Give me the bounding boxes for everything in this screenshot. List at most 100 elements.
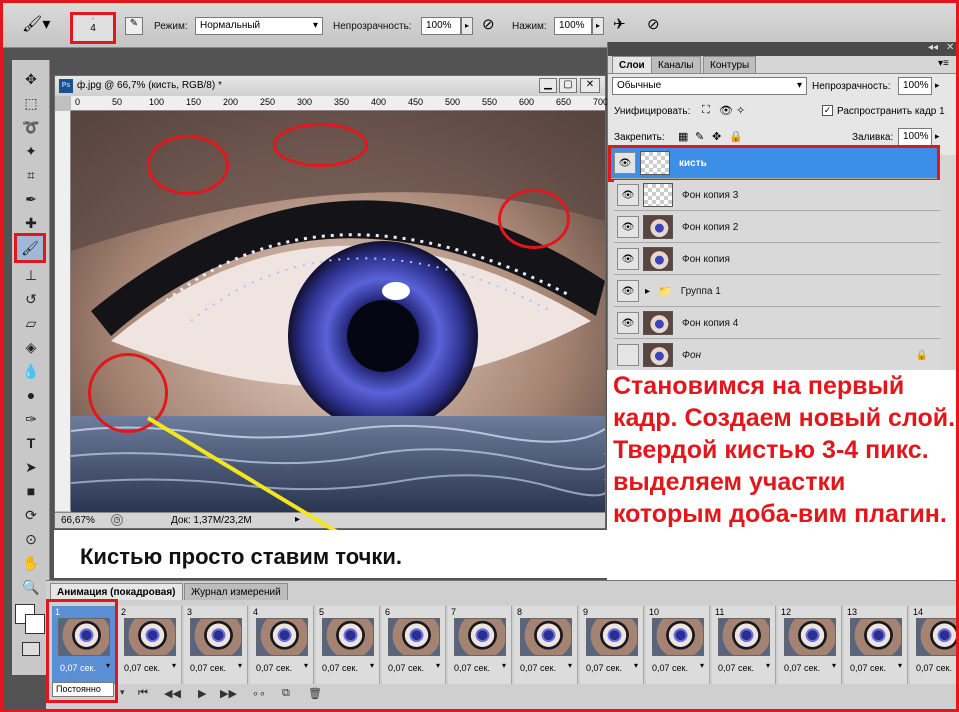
frame-delay[interactable]: 0,07 сек. (784, 663, 820, 673)
tab-layers[interactable]: Слои (612, 56, 652, 73)
3d-rotate-tool-icon[interactable]: ⟳ (19, 504, 43, 526)
eye-icon[interactable]: 👁 (617, 216, 639, 238)
tween-icon[interactable]: ∘∘ (252, 687, 266, 700)
tablet-pressure-opacity-icon[interactable]: ⊘ (482, 15, 504, 37)
close-button[interactable]: ✕ (580, 78, 600, 93)
blur-tool-icon[interactable]: 💧 (19, 360, 43, 382)
animation-frame[interactable]: 2 0,07 сек. ▾ (118, 606, 182, 684)
brush-panel-icon[interactable]: ✎ (125, 17, 143, 35)
delay-chevron-down-icon[interactable]: ▾ (700, 661, 704, 670)
previous-frame-icon[interactable]: ◀◀ (164, 687, 181, 700)
eye-icon[interactable]: 👁 (617, 184, 639, 206)
fill-input[interactable]: 100% (898, 128, 932, 146)
brush-tool-icon[interactable]: 🖌 (14, 233, 46, 263)
delay-chevron-down-icon[interactable]: ▾ (502, 661, 506, 670)
lock-pixels-icon[interactable]: ✎ (695, 130, 704, 143)
frame-delay[interactable]: 0,07 сек. (916, 663, 952, 673)
status-menu-arrow-icon[interactable]: ▸ (295, 514, 300, 525)
delay-chevron-down-icon[interactable]: ▾ (766, 661, 770, 670)
layer-row[interactable]: 👁 Фон копия 3 (614, 180, 940, 211)
delay-chevron-down-icon[interactable]: ▾ (238, 661, 242, 670)
frame-delay[interactable]: 0,07 сек. (322, 663, 358, 673)
quick-selection-tool-icon[interactable]: ✦ (19, 140, 43, 162)
duplicate-frame-icon[interactable]: ⧉ (282, 687, 290, 700)
tab-channels[interactable]: Каналы (651, 56, 701, 73)
delay-chevron-down-icon[interactable]: ▾ (106, 661, 110, 670)
zoom-tool-icon[interactable]: 🔍 (19, 576, 43, 598)
animation-frame[interactable]: 4 0,07 сек. ▾ (250, 606, 314, 684)
loop-select[interactable]: Постоянно (52, 682, 114, 697)
layer-opacity-input[interactable]: 100% (898, 77, 932, 95)
lock-all-icon[interactable]: 🔒 (729, 130, 743, 143)
flow-slider-arrow-icon[interactable]: ▸ (592, 17, 604, 35)
brush-size-picker[interactable]: · 4 (70, 12, 116, 44)
clone-stamp-tool-icon[interactable]: ⊥ (19, 264, 43, 286)
play-icon[interactable]: ▶ (198, 687, 206, 700)
animation-frame[interactable]: 1 0,07 сек. ▾ (52, 606, 116, 684)
layer-row[interactable]: 👁 Фон копия 4 (614, 308, 940, 339)
eyedropper-tool-icon[interactable]: ✒ (19, 188, 43, 210)
frame-delay[interactable]: 0,07 сек. (718, 663, 754, 673)
lock-position-icon[interactable]: ✥ (712, 130, 721, 143)
tab-paths[interactable]: Контуры (703, 56, 757, 73)
eye-icon[interactable]: 👁 (614, 152, 636, 174)
delay-chevron-down-icon[interactable]: ▾ (370, 661, 374, 670)
frame-delay[interactable]: 0,07 сек. (586, 663, 622, 673)
frame-delay[interactable]: 0,07 сек. (388, 663, 424, 673)
layer-row[interactable]: 👁 ▸ 📁 Группа 1 (614, 276, 940, 307)
healing-brush-tool-icon[interactable]: ✚ (19, 212, 43, 234)
panel-menu-icon[interactable]: ▾≡ (938, 58, 949, 69)
animation-frame[interactable]: 7 0,07 сек. ▾ (448, 606, 512, 684)
pen-tool-icon[interactable]: ✑ (19, 408, 43, 430)
lasso-tool-icon[interactable]: ➰ (19, 116, 43, 138)
delay-chevron-down-icon[interactable]: ▾ (832, 661, 836, 670)
animation-frame[interactable]: 5 0,07 сек. ▾ (316, 606, 380, 684)
layer-row[interactable]: 👁 кисть (608, 145, 940, 182)
dodge-tool-icon[interactable]: ● (19, 384, 43, 406)
eraser-tool-icon[interactable]: ▱ (19, 312, 43, 334)
type-tool-icon[interactable]: T (19, 432, 43, 454)
blend-mode-select[interactable]: Обычные ▾ (612, 77, 807, 95)
flow-input[interactable]: 100% (554, 17, 592, 35)
crop-tool-icon[interactable]: ⌗ (19, 164, 43, 186)
airbrush-icon[interactable]: ✈ (613, 15, 635, 37)
animation-frame[interactable]: 8 0,07 сек. ▾ (514, 606, 578, 684)
animation-frame[interactable]: 11 0,07 сек. ▾ (712, 606, 776, 684)
layer-row[interactable]: Фон 🔒 (614, 340, 940, 371)
delay-chevron-down-icon[interactable]: ▾ (898, 661, 902, 670)
opacity-input[interactable]: 100% (421, 17, 461, 35)
opacity-slider-arrow-icon[interactable]: ▸ (935, 80, 940, 91)
frame-delay[interactable]: 0,07 сек. (520, 663, 556, 673)
visibility-toggle[interactable] (617, 344, 639, 366)
delay-chevron-down-icon[interactable]: ▾ (568, 661, 572, 670)
status-info-icon[interactable]: ◷ (111, 514, 123, 526)
path-selection-tool-icon[interactable]: ➤ (19, 456, 43, 478)
3d-orbit-tool-icon[interactable]: ⊙ (19, 528, 43, 550)
quick-mask-icon[interactable] (22, 642, 40, 656)
animation-frame[interactable]: 3 0,07 сек. ▾ (184, 606, 248, 684)
delay-chevron-down-icon[interactable]: ▾ (436, 661, 440, 670)
frame-delay[interactable]: 0,07 сек. (124, 663, 160, 673)
delay-chevron-down-icon[interactable]: ▾ (304, 661, 308, 670)
animation-frame[interactable]: 13 0,07 сек. ▾ (844, 606, 908, 684)
frame-delay[interactable]: 0,07 сек. (652, 663, 688, 673)
frame-delay[interactable]: 0,07 сек. (454, 663, 490, 673)
delay-chevron-down-icon[interactable]: ▾ (172, 661, 176, 670)
image-canvas[interactable] (71, 111, 605, 512)
document-tab[interactable]: Ps ф.jpg @ 66,7% (кисть, RGB/8) * ▁ ▢ ✕ (55, 76, 605, 96)
maximize-button[interactable]: ▢ (559, 78, 577, 93)
collapse-icon[interactable]: ◂◂ (928, 42, 938, 53)
brush-tool-preset-icon[interactable]: 🖌▾ (22, 14, 52, 36)
unify-position-icon[interactable]: ⛶ (702, 104, 710, 117)
propagate-checkbox[interactable]: ✓ (822, 105, 833, 116)
delay-chevron-down-icon[interactable]: ▾ (634, 661, 638, 670)
hand-tool-icon[interactable]: ✋ (19, 552, 43, 574)
background-color-swatch[interactable] (25, 614, 45, 634)
lock-transparent-icon[interactable]: ▦ (678, 130, 688, 143)
frame-delay[interactable]: 0,07 сек. (256, 663, 292, 673)
rectangle-tool-icon[interactable]: ■ (19, 480, 43, 502)
next-frame-icon[interactable]: ▶▶ (220, 687, 237, 700)
eye-icon[interactable]: 👁 (617, 280, 639, 302)
paint-bucket-tool-icon[interactable]: ◈ (19, 336, 43, 358)
animation-frame[interactable]: 9 0,07 сек. ▾ (580, 606, 644, 684)
